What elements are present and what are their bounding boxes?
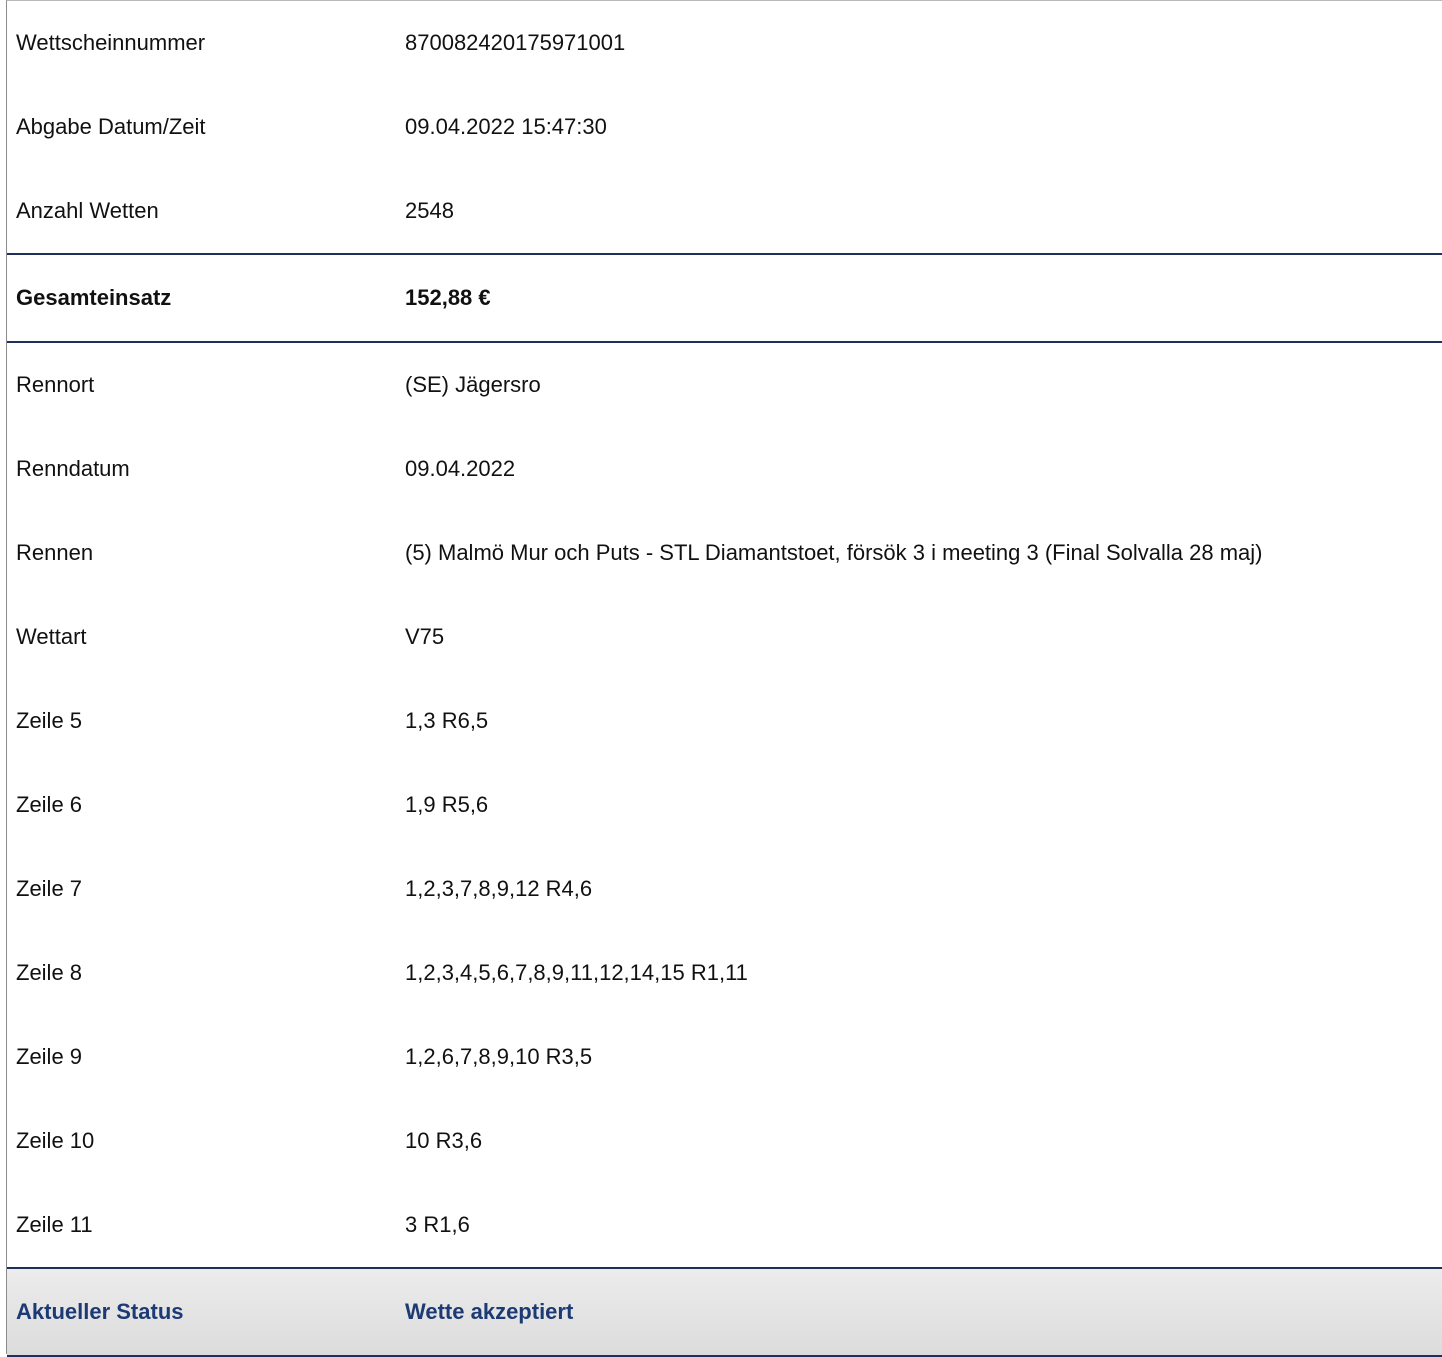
line-9-label: Zeile 9	[16, 1044, 83, 1069]
line-10-label: Zeile 10	[16, 1128, 95, 1153]
submission-datetime-row: Abgabe Datum/Zeit 09.04.2022 15:47:30	[7, 85, 1442, 169]
race-date-label: Renndatum	[16, 456, 130, 481]
race-venue-row: Rennort (SE) Jägersro	[7, 343, 1442, 427]
total-stake-label: Gesamteinsatz	[16, 285, 172, 310]
line-6-row: Zeile 6 1,9 R5,6	[7, 763, 1442, 847]
line-5-label: Zeile 5	[16, 708, 83, 733]
line-9-row: Zeile 9 1,2,6,7,8,9,10 R3,5	[7, 1015, 1442, 1099]
line-11-row: Zeile 11 3 R1,6	[7, 1183, 1442, 1267]
line-10-value: 10 R3,6	[405, 1128, 483, 1153]
total-stake-row: Gesamteinsatz 152,88 €	[7, 253, 1442, 343]
race-name-row: Rennen (5) Malmö Mur och Puts - STL Diam…	[7, 511, 1442, 595]
line-11-value: 3 R1,6	[405, 1212, 470, 1237]
race-name-value: (5) Malmö Mur och Puts - STL Diamantstoe…	[405, 540, 1263, 565]
line-8-label: Zeile 8	[16, 960, 83, 985]
line-9-value: 1,2,6,7,8,9,10 R3,5	[405, 1044, 593, 1069]
bet-count-label: Anzahl Wetten	[16, 198, 159, 223]
race-date-value: 09.04.2022	[405, 456, 516, 481]
line-11-label: Zeile 11	[16, 1212, 93, 1237]
bet-type-value: V75	[405, 624, 445, 649]
line-5-row: Zeile 5 1,3 R6,5	[7, 679, 1442, 763]
current-status-value: Wette akzeptiert	[405, 1299, 574, 1324]
bet-count-value: 2548	[405, 198, 454, 223]
bet-count-row: Anzahl Wetten 2548	[7, 169, 1442, 253]
line-7-label: Zeile 7	[16, 876, 83, 901]
race-name-label: Rennen	[16, 540, 94, 565]
line-5-value: 1,3 R6,5	[405, 708, 489, 733]
ticket-number-row: Wettscheinnummer 870082420175971001	[7, 1, 1442, 85]
line-6-value: 1,9 R5,6	[405, 792, 489, 817]
bet-type-row: Wettart V75	[7, 595, 1442, 679]
bet-ticket-details: Wettscheinnummer 870082420175971001 Abga…	[6, 0, 1442, 1357]
bet-type-label: Wettart	[16, 624, 87, 649]
ticket-number-label: Wettscheinnummer	[16, 30, 206, 55]
current-status-label: Aktueller Status	[16, 1299, 184, 1324]
submission-datetime-value: 09.04.2022 15:47:30	[405, 114, 607, 139]
race-venue-value: (SE) Jägersro	[405, 372, 541, 397]
race-date-row: Renndatum 09.04.2022	[7, 427, 1442, 511]
line-10-row: Zeile 10 10 R3,6	[7, 1099, 1442, 1183]
total-stake-value: 152,88 €	[405, 285, 491, 310]
line-7-row: Zeile 7 1,2,3,7,8,9,12 R4,6	[7, 847, 1442, 931]
current-status-row: Aktueller Status Wette akzeptiert	[7, 1267, 1442, 1357]
ticket-number-value: 870082420175971001	[405, 30, 626, 55]
line-6-label: Zeile 6	[16, 792, 83, 817]
line-8-value: 1,2,3,4,5,6,7,8,9,11,12,14,15 R1,11	[405, 960, 748, 985]
submission-datetime-label: Abgabe Datum/Zeit	[16, 114, 206, 139]
line-8-row: Zeile 8 1,2,3,4,5,6,7,8,9,11,12,14,15 R1…	[7, 931, 1442, 1015]
race-venue-label: Rennort	[16, 372, 95, 397]
line-7-value: 1,2,3,7,8,9,12 R4,6	[405, 876, 593, 901]
